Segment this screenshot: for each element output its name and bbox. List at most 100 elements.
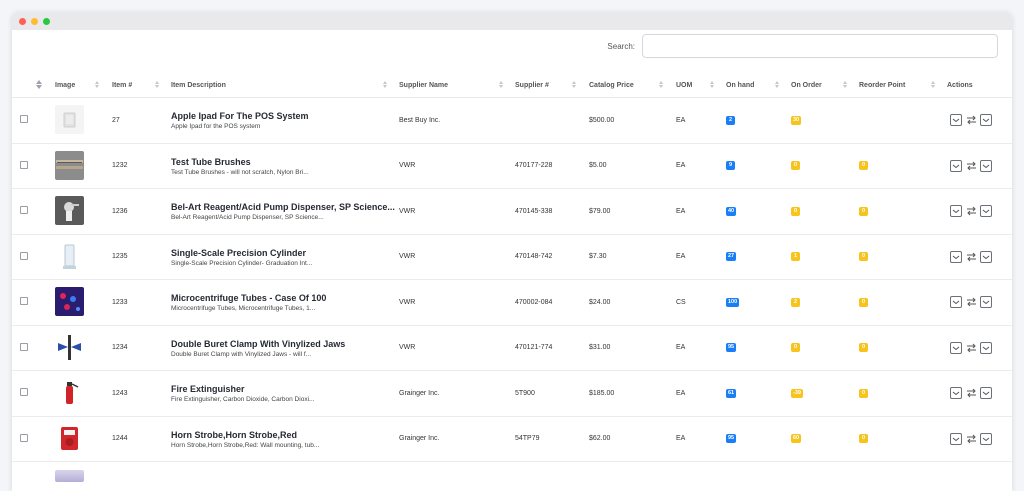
column-header-supplier-name[interactable]: Supplier Name bbox=[399, 72, 448, 98]
sort-icon[interactable] bbox=[775, 81, 779, 88]
supplier-name: Grainger Inc. bbox=[399, 389, 440, 397]
product-image bbox=[55, 470, 84, 482]
supplier-name: VWR bbox=[399, 253, 416, 261]
sort-icon[interactable] bbox=[843, 81, 847, 88]
transfer-icon[interactable] bbox=[965, 341, 977, 354]
row-checkbox[interactable] bbox=[20, 297, 28, 305]
table-row[interactable]: 1233 Microcentrifuge Tubes - Case Of 100… bbox=[12, 280, 1012, 326]
sort-icon[interactable] bbox=[931, 81, 935, 88]
row-checkbox[interactable] bbox=[20, 206, 28, 214]
item-title: Bel-Art Reagent/Acid Pump Dispenser, SP … bbox=[171, 202, 395, 212]
sort-icon[interactable] bbox=[572, 81, 576, 88]
transfer-icon[interactable] bbox=[965, 250, 977, 263]
product-image bbox=[55, 423, 84, 453]
sort-icon[interactable] bbox=[155, 81, 159, 88]
order-icon[interactable] bbox=[980, 250, 992, 263]
on-hand-badge: 95 bbox=[726, 343, 737, 353]
order-icon[interactable] bbox=[980, 205, 992, 217]
sort-icon[interactable] bbox=[383, 81, 387, 88]
transfer-icon[interactable] bbox=[965, 432, 977, 445]
receive-icon[interactable] bbox=[950, 114, 962, 126]
column-header-supplier-number[interactable]: Supplier # bbox=[515, 72, 549, 98]
row-checkbox[interactable] bbox=[20, 433, 28, 442]
table-row[interactable]: 1234 Double Buret Clamp With Vinylized J… bbox=[12, 326, 1012, 371]
uom: EA bbox=[676, 344, 686, 352]
item-description[interactable]: Single-Scale Precision Cylinder Single-S… bbox=[171, 248, 396, 267]
search-bar: Search: bbox=[607, 34, 998, 58]
order-icon[interactable] bbox=[980, 114, 992, 126]
sort-icon[interactable] bbox=[95, 81, 99, 88]
close-window-icon[interactable] bbox=[19, 17, 26, 25]
transfer-icon[interactable] bbox=[965, 114, 977, 126]
item-title: Single-Scale Precision Cylinder bbox=[171, 247, 307, 258]
column-header-item-description[interactable]: Item Description bbox=[171, 72, 226, 98]
supplier-number: 470002-084 bbox=[515, 298, 553, 306]
row-checkbox[interactable] bbox=[20, 342, 28, 351]
on-order-badge: 30 bbox=[791, 115, 802, 125]
receive-icon[interactable] bbox=[950, 387, 962, 399]
order-icon[interactable] bbox=[980, 341, 992, 354]
row-checkbox[interactable] bbox=[20, 251, 28, 260]
product-image bbox=[55, 378, 84, 407]
on-hand-badge: 40 bbox=[726, 206, 737, 216]
table-row[interactable]: 1244 Horn Strobe,Horn Strobe,Red Horn St… bbox=[12, 417, 1012, 462]
reorder-point-badge: 0 bbox=[859, 206, 868, 216]
item-description[interactable]: Horn Strobe,Horn Strobe,Red Horn Strobe,… bbox=[171, 430, 396, 449]
catalog-price: $79.00 bbox=[589, 207, 611, 215]
order-icon[interactable] bbox=[980, 387, 992, 399]
item-number: 1233 bbox=[112, 298, 128, 306]
sort-icon[interactable] bbox=[710, 81, 714, 88]
row-checkbox[interactable] bbox=[20, 115, 28, 123]
item-description[interactable]: Apple Ipad For The POS System Apple Ipad… bbox=[171, 111, 396, 130]
receive-icon[interactable] bbox=[950, 296, 962, 308]
item-subtitle: Apple Ipad for the POS system bbox=[171, 123, 261, 130]
receive-icon[interactable] bbox=[950, 341, 962, 354]
item-subtitle: Fire Extinguisher, Carbon Dioxide, Carbo… bbox=[171, 396, 315, 403]
receive-icon[interactable] bbox=[950, 159, 962, 172]
column-header-on-hand[interactable]: On hand bbox=[726, 72, 754, 98]
on-hand-badge: 9 bbox=[726, 161, 735, 171]
item-description[interactable]: Test Tube Brushes Test Tube Brushes - wi… bbox=[171, 157, 396, 176]
table-row[interactable]: 1235 Single-Scale Precision Cylinder Sin… bbox=[12, 235, 1012, 280]
order-icon[interactable] bbox=[980, 159, 992, 172]
row-actions bbox=[950, 387, 992, 399]
transfer-icon[interactable] bbox=[965, 296, 977, 308]
row-checkbox[interactable] bbox=[20, 388, 28, 396]
table-row[interactable]: 1243 Fire Extinguisher Fire Extinguisher… bbox=[12, 371, 1012, 417]
minimize-window-icon[interactable] bbox=[31, 17, 38, 25]
row-checkbox[interactable] bbox=[20, 160, 28, 169]
sort-icon[interactable] bbox=[499, 81, 503, 88]
item-description[interactable]: Fire Extinguisher Fire Extinguisher, Car… bbox=[171, 384, 396, 403]
column-header-on-order[interactable]: On Order bbox=[791, 72, 822, 98]
receive-icon[interactable] bbox=[950, 250, 962, 263]
supplier-number: 470148-742 bbox=[515, 253, 553, 261]
transfer-icon[interactable] bbox=[965, 205, 977, 217]
order-icon[interactable] bbox=[980, 296, 992, 308]
maximize-window-icon[interactable] bbox=[43, 17, 50, 25]
receive-icon[interactable] bbox=[950, 432, 962, 445]
item-description[interactable]: Bel-Art Reagent/Acid Pump Dispenser, SP … bbox=[171, 202, 396, 221]
sort-icon[interactable] bbox=[659, 81, 663, 88]
receive-icon[interactable] bbox=[950, 205, 962, 217]
transfer-icon[interactable] bbox=[965, 387, 977, 399]
select-all-sort-icon[interactable] bbox=[36, 80, 42, 89]
table-row[interactable]: 27 Apple Ipad For The POS System Apple I… bbox=[12, 98, 1012, 144]
transfer-icon[interactable] bbox=[965, 159, 977, 172]
column-header-catalog-price[interactable]: Catalog Price bbox=[589, 72, 634, 98]
column-header-reorder-point[interactable]: Reorder Point bbox=[859, 72, 905, 98]
column-header-item-number[interactable]: Item # bbox=[112, 72, 132, 98]
reorder-point-badge: 0 bbox=[859, 297, 868, 307]
order-icon[interactable] bbox=[980, 432, 992, 445]
item-description[interactable]: Double Buret Clamp With Vinylized Jaws D… bbox=[171, 339, 396, 358]
on-order-badge: 2 bbox=[791, 297, 800, 307]
item-subtitle: Horn Strobe,Horn Strobe,Red: Wall mounti… bbox=[171, 441, 320, 449]
item-title: Microcentrifuge Tubes - Case Of 100 bbox=[171, 293, 327, 303]
catalog-price: $24.00 bbox=[589, 298, 611, 306]
column-header-image[interactable]: Image bbox=[55, 72, 75, 98]
table-row[interactable]: 1236 Bel-Art Reagent/Acid Pump Dispenser… bbox=[12, 189, 1012, 235]
column-header-uom[interactable]: UOM bbox=[676, 72, 692, 98]
search-input[interactable] bbox=[642, 34, 998, 58]
item-description[interactable]: Microcentrifuge Tubes - Case Of 100 Micr… bbox=[171, 293, 396, 312]
table-row[interactable]: 1232 Test Tube Brushes Test Tube Brushes… bbox=[12, 144, 1012, 189]
item-title: Test Tube Brushes bbox=[171, 156, 251, 167]
